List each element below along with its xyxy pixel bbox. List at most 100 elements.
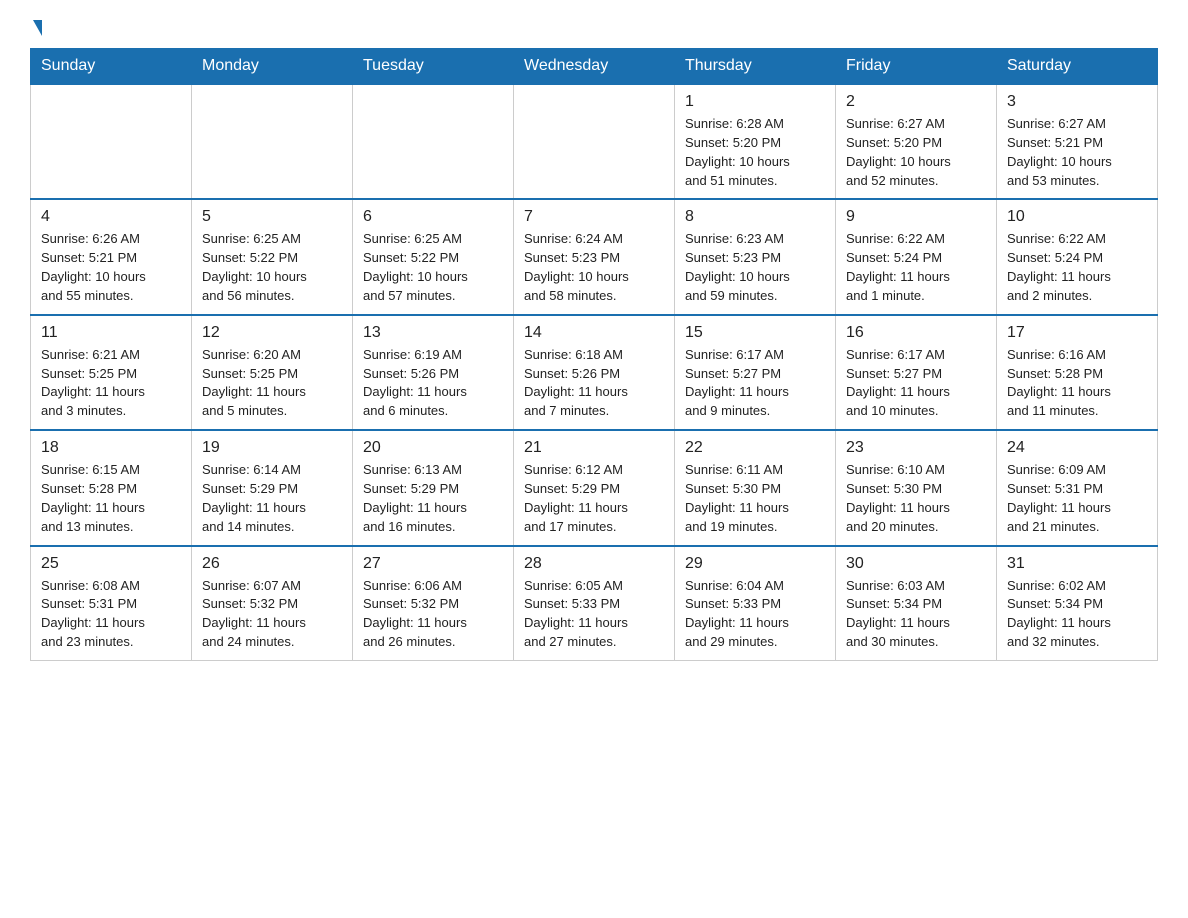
day-number: 5: [202, 208, 342, 226]
day-info: Sunrise: 6:20 AM Sunset: 5:25 PM Dayligh…: [202, 346, 342, 421]
day-info: Sunrise: 6:17 AM Sunset: 5:27 PM Dayligh…: [846, 346, 986, 421]
calendar-cell: 6Sunrise: 6:25 AM Sunset: 5:22 PM Daylig…: [353, 199, 514, 314]
day-number: 7: [524, 208, 664, 226]
calendar-cell: 1 Sunrise: 6:28 AM Sunset: 5:20 PM Daylig…: [675, 84, 836, 199]
day-info: Sunrise: 6:07 AM Sunset: 5:32 PM Dayligh…: [202, 577, 342, 652]
calendar-cell: 26Sunrise: 6:07 AM Sunset: 5:32 PM Dayli…: [192, 546, 353, 661]
calendar-week-row: 18 Sunrise: 6:15 AM Sunset: 5:28 PM Dayli…: [31, 430, 1158, 545]
weekday-header-tuesday: Tuesday: [353, 49, 514, 85]
day-number: 8: [685, 208, 825, 226]
logo: [30, 20, 42, 38]
calendar-cell: 8 Sunrise: 6:23 AM Sunset: 5:23 PM Daylig…: [675, 199, 836, 314]
day-number: 16: [846, 324, 986, 342]
calendar-cell: 14 Sunrise: 6:18 AM Sunset: 5:26 PM Dayli…: [514, 315, 675, 430]
day-number: 25: [41, 555, 181, 573]
day-number: 24: [1007, 439, 1147, 457]
weekday-header-wednesday: Wednesday: [514, 49, 675, 85]
day-number: 18: [41, 439, 181, 457]
day-number: 19: [202, 439, 342, 457]
calendar-cell: 10 Sunrise: 6:22 AM Sunset: 5:24 PM Dayli…: [997, 199, 1158, 314]
calendar-cell: 2 Sunrise: 6:27 AM Sunset: 5:20 PM Daylig…: [836, 84, 997, 199]
day-info: Sunrise: 6:12 AM Sunset: 5:29 PM Dayligh…: [524, 461, 664, 536]
calendar-cell: 17 Sunrise: 6:16 AM Sunset: 5:28 PM Dayli…: [997, 315, 1158, 430]
day-number: 20: [363, 439, 503, 457]
calendar-cell: 30 Sunrise: 6:03 AM Sunset: 5:34 PM Dayli…: [836, 546, 997, 661]
logo-arrow-icon: [33, 20, 42, 36]
weekday-header-row: SundayMondayTuesdayWednesdayThursdayFrid…: [31, 49, 1158, 85]
day-info: Sunrise: 6:26 AM Sunset: 5:21 PM Dayligh…: [41, 230, 181, 305]
day-info: Sunrise: 6:27 AM Sunset: 5:20 PM Dayligh…: [846, 115, 986, 190]
day-number: 13: [363, 324, 503, 342]
calendar-week-row: 4 Sunrise: 6:26 AM Sunset: 5:21 PM Daylig…: [31, 199, 1158, 314]
day-number: 17: [1007, 324, 1147, 342]
day-info: Sunrise: 6:10 AM Sunset: 5:30 PM Dayligh…: [846, 461, 986, 536]
day-info: Sunrise: 6:15 AM Sunset: 5:28 PM Dayligh…: [41, 461, 181, 536]
calendar-cell: [353, 84, 514, 199]
day-number: 30: [846, 555, 986, 573]
day-info: Sunrise: 6:02 AM Sunset: 5:34 PM Dayligh…: [1007, 577, 1147, 652]
day-info: Sunrise: 6:18 AM Sunset: 5:26 PM Dayligh…: [524, 346, 664, 421]
calendar-cell: 29 Sunrise: 6:04 AM Sunset: 5:33 PM Dayli…: [675, 546, 836, 661]
calendar-cell: 15 Sunrise: 6:17 AM Sunset: 5:27 PM Dayli…: [675, 315, 836, 430]
calendar-cell: 12 Sunrise: 6:20 AM Sunset: 5:25 PM Dayli…: [192, 315, 353, 430]
day-number: 2: [846, 93, 986, 111]
day-info: Sunrise: 6:17 AM Sunset: 5:27 PM Dayligh…: [685, 346, 825, 421]
day-info: Sunrise: 6:06 AM Sunset: 5:32 PM Dayligh…: [363, 577, 503, 652]
day-info: Sunrise: 6:21 AM Sunset: 5:25 PM Dayligh…: [41, 346, 181, 421]
day-info: Sunrise: 6:27 AM Sunset: 5:21 PM Dayligh…: [1007, 115, 1147, 190]
calendar-cell: 16 Sunrise: 6:17 AM Sunset: 5:27 PM Dayli…: [836, 315, 997, 430]
weekday-header-thursday: Thursday: [675, 49, 836, 85]
day-info: Sunrise: 6:14 AM Sunset: 5:29 PM Dayligh…: [202, 461, 342, 536]
calendar-cell: [31, 84, 192, 199]
day-info: Sunrise: 6:23 AM Sunset: 5:23 PM Dayligh…: [685, 230, 825, 305]
day-info: Sunrise: 6:08 AM Sunset: 5:31 PM Dayligh…: [41, 577, 181, 652]
calendar-cell: 23Sunrise: 6:10 AM Sunset: 5:30 PM Dayli…: [836, 430, 997, 545]
day-number: 12: [202, 324, 342, 342]
calendar-cell: [192, 84, 353, 199]
day-info: Sunrise: 6:16 AM Sunset: 5:28 PM Dayligh…: [1007, 346, 1147, 421]
calendar-cell: 25 Sunrise: 6:08 AM Sunset: 5:31 PM Dayli…: [31, 546, 192, 661]
weekday-header-sunday: Sunday: [31, 49, 192, 85]
day-info: Sunrise: 6:13 AM Sunset: 5:29 PM Dayligh…: [363, 461, 503, 536]
day-info: Sunrise: 6:25 AM Sunset: 5:22 PM Dayligh…: [202, 230, 342, 305]
calendar-week-row: 11 Sunrise: 6:21 AM Sunset: 5:25 PM Dayli…: [31, 315, 1158, 430]
calendar-cell: [514, 84, 675, 199]
day-number: 21: [524, 439, 664, 457]
calendar-cell: 20 Sunrise: 6:13 AM Sunset: 5:29 PM Dayli…: [353, 430, 514, 545]
calendar-cell: 21 Sunrise: 6:12 AM Sunset: 5:29 PM Dayli…: [514, 430, 675, 545]
day-number: 9: [846, 208, 986, 226]
weekday-header-monday: Monday: [192, 49, 353, 85]
calendar-cell: 28 Sunrise: 6:05 AM Sunset: 5:33 PM Dayli…: [514, 546, 675, 661]
day-number: 11: [41, 324, 181, 342]
day-info: Sunrise: 6:28 AM Sunset: 5:20 PM Dayligh…: [685, 115, 825, 190]
day-info: Sunrise: 6:03 AM Sunset: 5:34 PM Dayligh…: [846, 577, 986, 652]
calendar-week-row: 25 Sunrise: 6:08 AM Sunset: 5:31 PM Dayli…: [31, 546, 1158, 661]
day-info: Sunrise: 6:05 AM Sunset: 5:33 PM Dayligh…: [524, 577, 664, 652]
day-number: 27: [363, 555, 503, 573]
day-number: 15: [685, 324, 825, 342]
calendar-table: SundayMondayTuesdayWednesdayThursdayFrid…: [30, 48, 1158, 661]
day-info: Sunrise: 6:19 AM Sunset: 5:26 PM Dayligh…: [363, 346, 503, 421]
day-info: Sunrise: 6:22 AM Sunset: 5:24 PM Dayligh…: [1007, 230, 1147, 305]
calendar-cell: 9Sunrise: 6:22 AM Sunset: 5:24 PM Daylig…: [836, 199, 997, 314]
page-header: [30, 20, 1158, 38]
calendar-cell: 4 Sunrise: 6:26 AM Sunset: 5:21 PM Daylig…: [31, 199, 192, 314]
day-number: 29: [685, 555, 825, 573]
day-info: Sunrise: 6:25 AM Sunset: 5:22 PM Dayligh…: [363, 230, 503, 305]
day-number: 10: [1007, 208, 1147, 226]
day-info: Sunrise: 6:04 AM Sunset: 5:33 PM Dayligh…: [685, 577, 825, 652]
day-number: 28: [524, 555, 664, 573]
day-number: 3: [1007, 93, 1147, 111]
day-number: 1: [685, 93, 825, 111]
day-number: 14: [524, 324, 664, 342]
weekday-header-saturday: Saturday: [997, 49, 1158, 85]
calendar-cell: 11 Sunrise: 6:21 AM Sunset: 5:25 PM Dayli…: [31, 315, 192, 430]
day-number: 31: [1007, 555, 1147, 573]
day-info: Sunrise: 6:24 AM Sunset: 5:23 PM Dayligh…: [524, 230, 664, 305]
calendar-cell: 5 Sunrise: 6:25 AM Sunset: 5:22 PM Daylig…: [192, 199, 353, 314]
calendar-cell: 24 Sunrise: 6:09 AM Sunset: 5:31 PM Dayli…: [997, 430, 1158, 545]
day-number: 22: [685, 439, 825, 457]
day-number: 4: [41, 208, 181, 226]
day-info: Sunrise: 6:09 AM Sunset: 5:31 PM Dayligh…: [1007, 461, 1147, 536]
calendar-cell: 7 Sunrise: 6:24 AM Sunset: 5:23 PM Daylig…: [514, 199, 675, 314]
